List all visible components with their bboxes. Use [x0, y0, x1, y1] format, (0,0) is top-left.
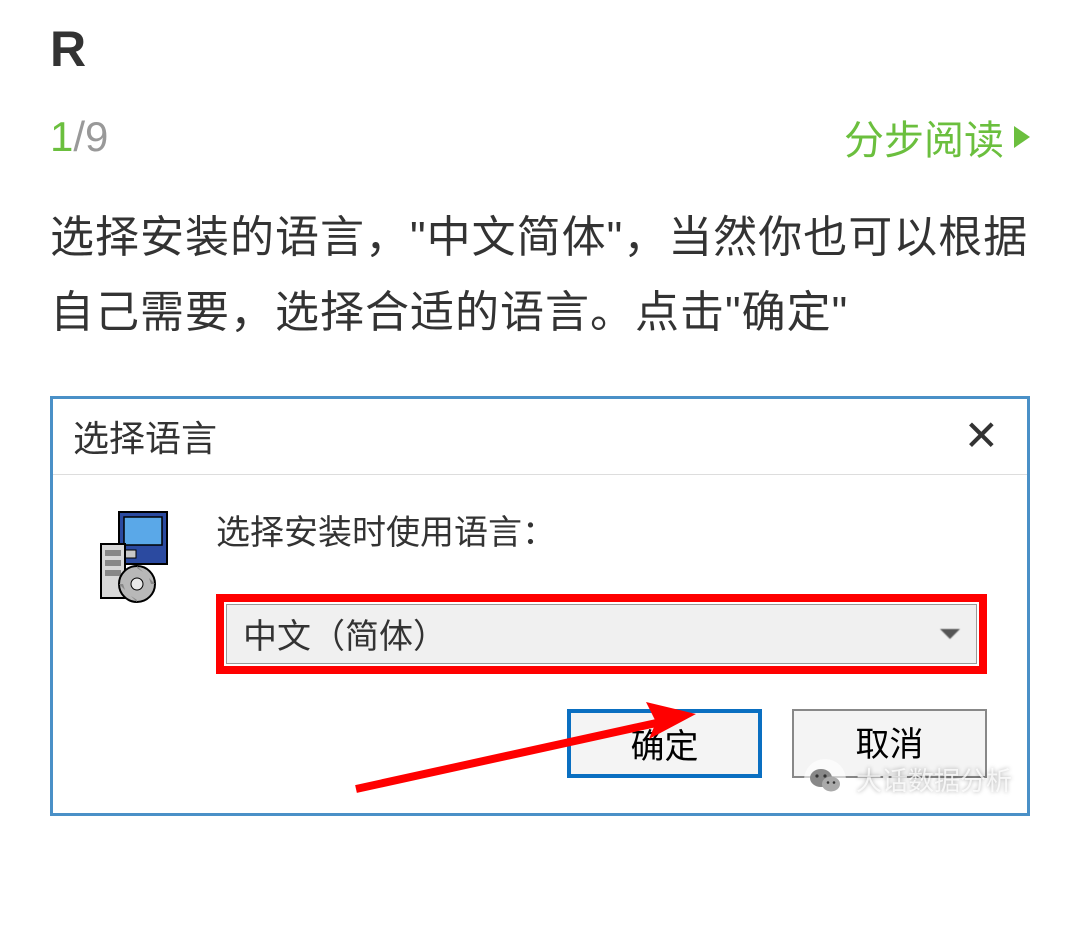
dropdown-value: 中文（简体） [243, 609, 447, 658]
page-sep: / [73, 113, 85, 160]
section-title: R [50, 20, 1030, 78]
language-dropdown[interactable]: 中文（简体） [226, 604, 977, 664]
language-dialog: 选择语言 ✕ 选择安装时使用语言： 中文（简体） [50, 396, 1030, 816]
dropdown-highlight: 中文（简体） [216, 594, 987, 674]
dialog-titlebar: 选择语言 ✕ [53, 399, 1027, 475]
step-read-link[interactable]: 分步阅读 [844, 108, 1030, 166]
buttons-row: 确定 取消 [216, 709, 987, 778]
step-description: 选择安装的语言，"中文简体"，当然你也可以根据自己需要，选择合适的语言。点击"确… [50, 201, 1030, 351]
play-icon [1014, 126, 1030, 148]
page-current: 1 [50, 113, 73, 160]
cancel-button[interactable]: 取消 [792, 709, 987, 778]
close-icon[interactable]: ✕ [956, 415, 1007, 457]
dialog-body: 选择安装时使用语言： 中文（简体） 确定 取消 [53, 475, 1027, 813]
pagination: 1/9 [50, 113, 108, 161]
dialog-content: 选择安装时使用语言： 中文（简体） 确定 取消 [216, 505, 987, 778]
prompt-label: 选择安装时使用语言： [216, 505, 987, 554]
ok-button[interactable]: 确定 [567, 709, 762, 778]
chevron-down-icon [940, 629, 960, 639]
header-row: 1/9 分步阅读 [50, 108, 1030, 166]
dialog-title: 选择语言 [73, 410, 217, 462]
page-total: 9 [85, 113, 108, 160]
installer-icon [93, 510, 181, 609]
step-read-label: 分步阅读 [844, 108, 1004, 166]
